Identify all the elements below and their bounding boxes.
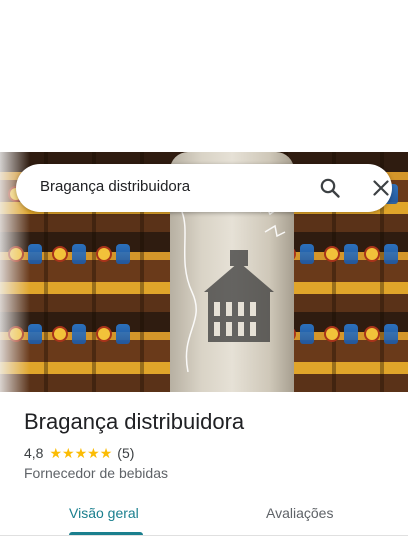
star-icon: ★: [87, 445, 100, 461]
label-logo: [364, 246, 380, 262]
review-count[interactable]: (5): [117, 445, 134, 461]
water-jug: [28, 244, 42, 264]
search-input[interactable]: Bragança distribuidora: [40, 178, 190, 195]
water-jug: [72, 324, 86, 344]
label-logo: [324, 326, 340, 342]
label-logo: [96, 326, 112, 342]
tab-reviews[interactable]: Avaliações: [266, 505, 333, 521]
star-icon: ★: [62, 445, 75, 461]
water-jug: [72, 244, 86, 264]
water-jug: [344, 324, 358, 344]
star-icon: ★: [49, 445, 63, 461]
water-jug: [300, 324, 314, 344]
water-jug: [116, 244, 130, 264]
place-page: Bragança distribuidora Bragança distribu…: [0, 0, 408, 544]
label-logo: [52, 246, 68, 262]
water-jug: [300, 244, 314, 264]
star-icon: ★: [74, 445, 88, 461]
search-icon[interactable]: [318, 176, 342, 200]
place-category[interactable]: Fornecedor de bebidas: [24, 465, 168, 481]
tab-overview[interactable]: Visão geral: [69, 505, 139, 521]
close-icon[interactable]: [369, 176, 393, 200]
label-logo: [52, 326, 68, 342]
place-title: Bragança distribuidora: [24, 409, 245, 434]
label-logo: [324, 246, 340, 262]
search-bar[interactable]: Bragança distribuidora: [16, 164, 392, 212]
rating-value: 4,8: [24, 445, 44, 461]
water-jug: [384, 324, 398, 344]
tab-divider: [0, 535, 408, 536]
label-logo: [96, 246, 112, 262]
rating-row[interactable]: 4,8 ★ ★ ★ ★ ★ (5): [24, 444, 134, 462]
water-jug: [344, 244, 358, 264]
water-jug: [384, 244, 398, 264]
water-jug: [116, 324, 130, 344]
water-jug: [28, 324, 42, 344]
star-icon: ★: [99, 445, 113, 461]
star-rating: ★ ★ ★ ★ ★: [49, 446, 112, 460]
label-logo: [364, 326, 380, 342]
